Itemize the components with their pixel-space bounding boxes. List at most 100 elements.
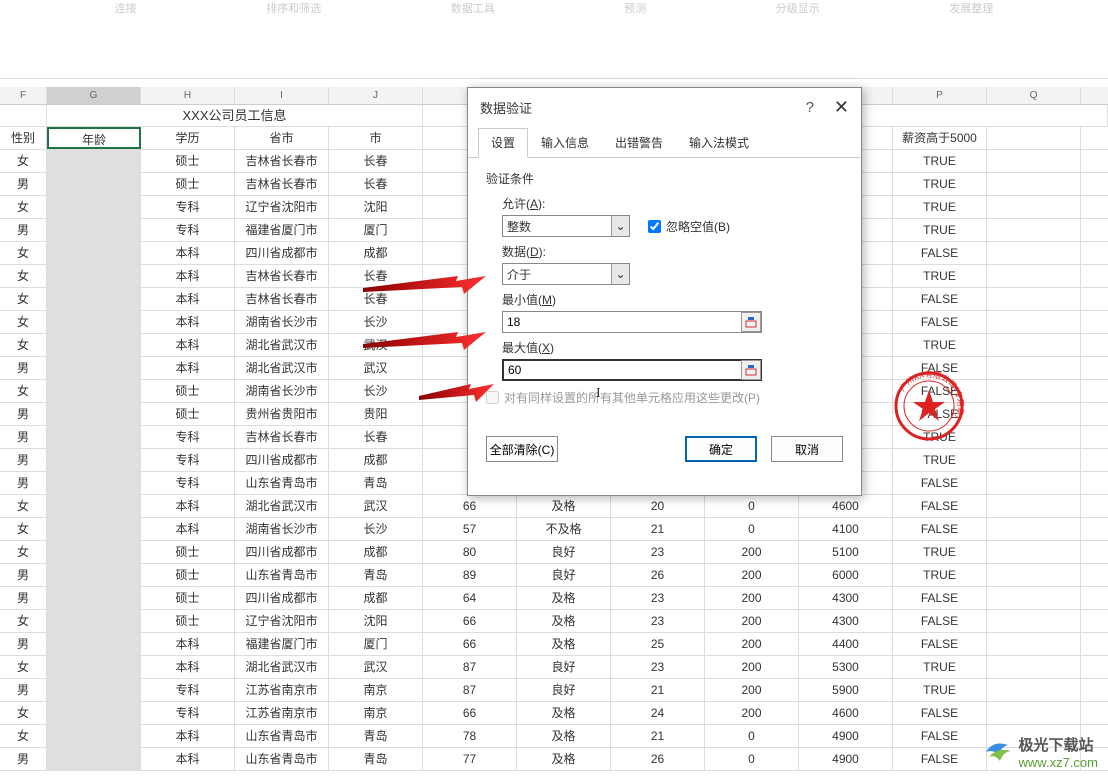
- cell[interactable]: 本科: [141, 242, 235, 264]
- cell[interactable]: 良好: [517, 541, 611, 563]
- cell[interactable]: [987, 219, 1081, 241]
- cell[interactable]: [47, 449, 141, 471]
- cell[interactable]: 66: [423, 495, 517, 517]
- cell[interactable]: 贵阳: [329, 403, 423, 425]
- cell[interactable]: FALSE: [893, 748, 987, 770]
- range-selector-icon[interactable]: [741, 312, 761, 332]
- cell[interactable]: [47, 702, 141, 724]
- cell[interactable]: [987, 265, 1081, 287]
- cell[interactable]: 女: [0, 150, 47, 172]
- col-header-H[interactable]: H: [141, 87, 235, 104]
- cell[interactable]: 山东省青岛市: [235, 564, 329, 586]
- header-cell[interactable]: [987, 127, 1081, 149]
- cell[interactable]: 男: [0, 449, 47, 471]
- cell[interactable]: 湖北省武汉市: [235, 357, 329, 379]
- cell[interactable]: FALSE: [893, 633, 987, 655]
- cell[interactable]: 及格: [517, 495, 611, 517]
- cell[interactable]: 南京: [329, 702, 423, 724]
- cell[interactable]: 良好: [517, 564, 611, 586]
- cell[interactable]: [47, 357, 141, 379]
- col-header-G[interactable]: G: [47, 87, 141, 104]
- cell[interactable]: 长春: [329, 288, 423, 310]
- cell[interactable]: [47, 587, 141, 609]
- cell[interactable]: TRUE: [893, 196, 987, 218]
- cell[interactable]: 湖南省长沙市: [235, 518, 329, 540]
- tab-input-message[interactable]: 输入信息: [528, 128, 602, 157]
- cell[interactable]: 不及格: [517, 518, 611, 540]
- cell[interactable]: 良好: [517, 656, 611, 678]
- cell[interactable]: 女: [0, 610, 47, 632]
- cell[interactable]: 64: [423, 587, 517, 609]
- cell[interactable]: [47, 311, 141, 333]
- cell[interactable]: 长沙: [329, 380, 423, 402]
- col-header-J[interactable]: J: [329, 87, 423, 104]
- cell[interactable]: 200: [705, 656, 799, 678]
- cell[interactable]: 本科: [141, 311, 235, 333]
- cell[interactable]: [47, 380, 141, 402]
- col-header-I[interactable]: I: [235, 87, 329, 104]
- cell[interactable]: 吉林省长春市: [235, 265, 329, 287]
- cell[interactable]: 专科: [141, 426, 235, 448]
- cell[interactable]: [987, 449, 1081, 471]
- cell[interactable]: 南京: [329, 679, 423, 701]
- cell[interactable]: 5100: [799, 541, 893, 563]
- col-header-Q[interactable]: Q: [987, 87, 1081, 104]
- cell[interactable]: [987, 679, 1081, 701]
- cell[interactable]: 硕士: [141, 587, 235, 609]
- cell[interactable]: 四川省成都市: [235, 541, 329, 563]
- cell[interactable]: [987, 403, 1081, 425]
- header-cell[interactable]: 年龄: [47, 127, 141, 149]
- cell[interactable]: 硕士: [141, 380, 235, 402]
- cell[interactable]: [47, 472, 141, 494]
- cell[interactable]: 专科: [141, 472, 235, 494]
- cell[interactable]: 武汉: [329, 334, 423, 356]
- cell[interactable]: 湖北省武汉市: [235, 334, 329, 356]
- cell[interactable]: 0: [705, 495, 799, 517]
- cell[interactable]: 4900: [799, 725, 893, 747]
- cell[interactable]: TRUE: [893, 656, 987, 678]
- cell[interactable]: 青岛: [329, 564, 423, 586]
- cell[interactable]: 本科: [141, 725, 235, 747]
- cell[interactable]: 80: [423, 541, 517, 563]
- cell[interactable]: 本科: [141, 518, 235, 540]
- cell[interactable]: 青岛: [329, 725, 423, 747]
- cell[interactable]: 专科: [141, 449, 235, 471]
- cell[interactable]: [47, 334, 141, 356]
- cell[interactable]: 20: [611, 495, 705, 517]
- cell[interactable]: 女: [0, 311, 47, 333]
- cell[interactable]: 四川省成都市: [235, 242, 329, 264]
- cell[interactable]: 及格: [517, 748, 611, 770]
- cell[interactable]: 山东省青岛市: [235, 748, 329, 770]
- cell[interactable]: 男: [0, 472, 47, 494]
- cell[interactable]: 吉林省长春市: [235, 288, 329, 310]
- cell[interactable]: 硕士: [141, 541, 235, 563]
- cell[interactable]: TRUE: [893, 173, 987, 195]
- cell[interactable]: FALSE: [893, 587, 987, 609]
- cell[interactable]: 21: [611, 725, 705, 747]
- cell[interactable]: 贵州省贵阳市: [235, 403, 329, 425]
- cell[interactable]: FALSE: [893, 495, 987, 517]
- cell[interactable]: 200: [705, 679, 799, 701]
- cell[interactable]: 57: [423, 518, 517, 540]
- cell[interactable]: 吉林省长春市: [235, 150, 329, 172]
- cell[interactable]: TRUE: [893, 541, 987, 563]
- cell[interactable]: 4300: [799, 610, 893, 632]
- cell[interactable]: 长沙: [329, 311, 423, 333]
- cell[interactable]: 成都: [329, 242, 423, 264]
- cell[interactable]: 200: [705, 702, 799, 724]
- min-value-input[interactable]: [502, 311, 762, 333]
- cell[interactable]: 良好: [517, 679, 611, 701]
- cell[interactable]: 硕士: [141, 150, 235, 172]
- cell[interactable]: 21: [611, 679, 705, 701]
- cell[interactable]: TRUE: [893, 449, 987, 471]
- cell[interactable]: FALSE: [893, 518, 987, 540]
- cell[interactable]: 女: [0, 288, 47, 310]
- cell[interactable]: 200: [705, 633, 799, 655]
- cell[interactable]: 及格: [517, 587, 611, 609]
- cell[interactable]: 硕士: [141, 610, 235, 632]
- header-cell[interactable]: 市: [329, 127, 423, 149]
- cell[interactable]: 23: [611, 541, 705, 563]
- cell[interactable]: TRUE: [893, 219, 987, 241]
- cell[interactable]: 男: [0, 633, 47, 655]
- cell[interactable]: 硕士: [141, 564, 235, 586]
